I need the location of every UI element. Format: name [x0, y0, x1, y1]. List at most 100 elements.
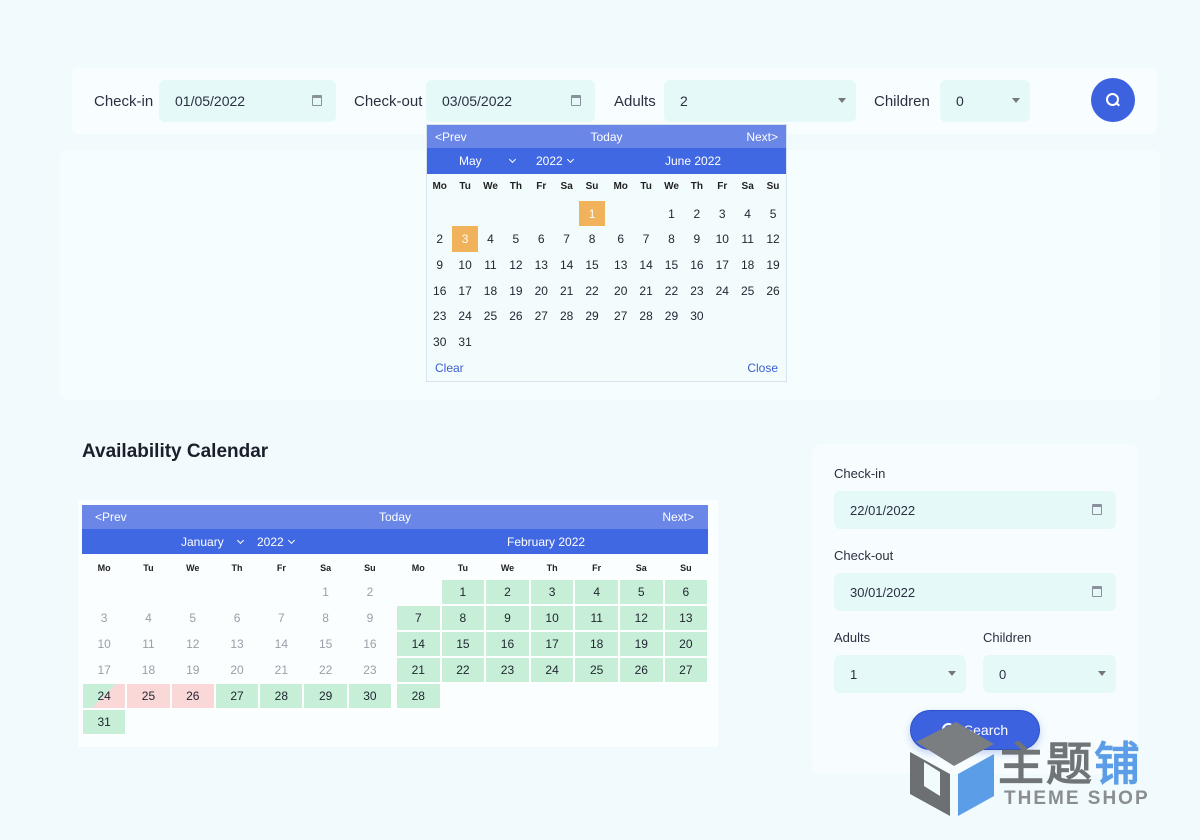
day-cell[interactable]: 29: [659, 303, 684, 329]
day-cell[interactable]: 14: [633, 252, 658, 278]
day-cell[interactable]: 10: [710, 226, 735, 252]
available-day-cell[interactable]: 15: [440, 631, 486, 657]
day-cell[interactable]: 18: [478, 278, 503, 304]
selected-day-cell[interactable]: 1: [579, 200, 605, 227]
search-button[interactable]: [1091, 78, 1135, 122]
next-month-button[interactable]: Next>: [662, 510, 694, 524]
day-cell[interactable]: 12: [760, 226, 785, 252]
day-cell[interactable]: 3: [710, 201, 735, 227]
day-cell[interactable]: 13: [608, 252, 633, 278]
day-cell[interactable]: 31: [452, 329, 477, 355]
day-cell[interactable]: 19: [760, 252, 785, 278]
day-cell[interactable]: 30: [427, 329, 452, 355]
day-cell[interactable]: 21: [554, 278, 579, 304]
day-cell[interactable]: 12: [503, 252, 528, 278]
available-day-cell[interactable]: 28: [259, 683, 304, 709]
day-cell[interactable]: 21: [633, 278, 658, 304]
day-cell[interactable]: 2: [684, 201, 709, 227]
day-cell[interactable]: 17: [452, 278, 477, 304]
available-day-cell[interactable]: 9: [485, 605, 530, 631]
day-cell[interactable]: 18: [735, 252, 760, 278]
day-cell[interactable]: 19: [503, 278, 528, 304]
available-day-cell[interactable]: 20: [663, 631, 709, 657]
day-cell[interactable]: 20: [608, 278, 633, 304]
available-day-cell[interactable]: 30: [347, 683, 393, 709]
available-day-cell[interactable]: 26: [618, 657, 664, 683]
day-cell[interactable]: 26: [503, 303, 528, 329]
available-day-cell[interactable]: 16: [485, 631, 530, 657]
day-cell[interactable]: 20: [529, 278, 554, 304]
next-month-button[interactable]: Next>: [746, 130, 778, 144]
available-day-cell[interactable]: 27: [214, 683, 260, 709]
day-cell[interactable]: 6: [608, 226, 633, 252]
day-cell[interactable]: 25: [478, 303, 503, 329]
today-button[interactable]: Today: [82, 510, 708, 524]
day-cell[interactable]: 4: [735, 201, 760, 227]
day-cell[interactable]: 15: [579, 252, 604, 278]
available-day-cell[interactable]: 22: [440, 657, 486, 683]
available-day-cell[interactable]: 12: [618, 605, 664, 631]
day-cell[interactable]: 9: [427, 252, 452, 278]
day-cell[interactable]: 29: [579, 303, 604, 329]
day-cell[interactable]: 23: [684, 278, 709, 304]
day-cell[interactable]: 17: [710, 252, 735, 278]
checkout-field[interactable]: 30/01/2022: [834, 573, 1116, 611]
available-day-cell[interactable]: 14: [396, 631, 441, 657]
day-cell[interactable]: 7: [633, 226, 658, 252]
month-select[interactable]: May: [459, 154, 529, 168]
day-cell[interactable]: 30: [684, 303, 709, 329]
close-button[interactable]: Close: [747, 361, 778, 375]
adults-select[interactable]: 1: [834, 655, 966, 693]
available-day-cell[interactable]: 11: [574, 605, 619, 631]
day-cell[interactable]: 9: [684, 226, 709, 252]
day-cell[interactable]: 1: [659, 201, 684, 227]
checkin-field[interactable]: 22/01/2022: [834, 491, 1116, 529]
available-day-cell[interactable]: 7: [396, 605, 441, 631]
selected-day-cell[interactable]: 3: [452, 226, 478, 253]
day-cell[interactable]: 11: [478, 252, 503, 278]
adults-select[interactable]: 2: [664, 80, 856, 122]
day-cell[interactable]: 26: [760, 278, 785, 304]
day-cell[interactable]: 4: [478, 226, 503, 252]
today-button[interactable]: Today: [427, 130, 786, 144]
day-cell[interactable]: 27: [529, 303, 554, 329]
available-day-cell[interactable]: 3: [529, 579, 575, 605]
day-cell[interactable]: 14: [554, 252, 579, 278]
day-cell[interactable]: 22: [659, 278, 684, 304]
day-cell[interactable]: 8: [659, 226, 684, 252]
day-cell[interactable]: 5: [503, 226, 528, 252]
day-cell[interactable]: 5: [760, 201, 785, 227]
available-day-cell[interactable]: 27: [663, 657, 709, 683]
day-cell[interactable]: 15: [659, 252, 684, 278]
available-day-cell[interactable]: 21: [396, 657, 441, 683]
available-day-cell[interactable]: 17: [529, 631, 575, 657]
available-day-cell[interactable]: 28: [396, 683, 441, 709]
day-cell[interactable]: 10: [452, 252, 477, 278]
available-day-cell[interactable]: 19: [618, 631, 664, 657]
available-day-cell[interactable]: 23: [485, 657, 530, 683]
day-cell[interactable]: 22: [579, 278, 604, 304]
day-cell[interactable]: 23: [427, 303, 452, 329]
day-cell[interactable]: 24: [710, 278, 735, 304]
day-cell[interactable]: 16: [427, 278, 452, 304]
available-day-cell[interactable]: 13: [663, 605, 709, 631]
children-select[interactable]: 0: [983, 655, 1116, 693]
available-day-cell[interactable]: 1: [440, 579, 486, 605]
checkin-day-cell[interactable]: 24: [82, 683, 127, 709]
year-select[interactable]: 2022: [257, 535, 295, 549]
day-cell[interactable]: 24: [452, 303, 477, 329]
day-cell[interactable]: 16: [684, 252, 709, 278]
available-day-cell[interactable]: 4: [574, 579, 619, 605]
year-select[interactable]: 2022: [536, 154, 574, 168]
available-day-cell[interactable]: 18: [574, 631, 619, 657]
checkin-field[interactable]: 01/05/2022: [159, 80, 336, 122]
day-cell[interactable]: 7: [554, 226, 579, 252]
available-day-cell[interactable]: 24: [529, 657, 575, 683]
day-cell[interactable]: 2: [427, 226, 452, 252]
available-day-cell[interactable]: 10: [529, 605, 575, 631]
month-select[interactable]: January: [181, 535, 244, 549]
children-select[interactable]: 0: [940, 80, 1030, 122]
available-day-cell[interactable]: 2: [485, 579, 530, 605]
day-cell[interactable]: 25: [735, 278, 760, 304]
available-day-cell[interactable]: 31: [82, 709, 127, 735]
